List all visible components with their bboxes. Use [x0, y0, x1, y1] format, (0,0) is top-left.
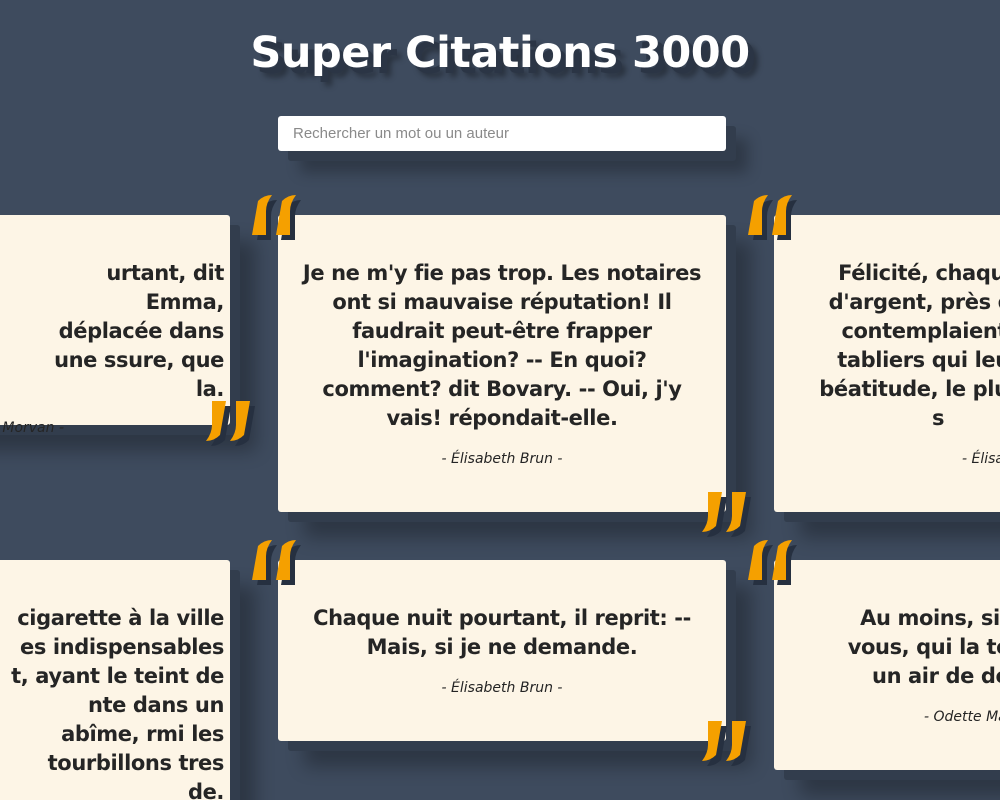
- page-title: Super Citations 3000: [250, 28, 750, 78]
- close-quote-icon: [206, 401, 255, 446]
- quote-text: Félicité, chaque s d'argent, près d'un c…: [819, 261, 1000, 430]
- quote-card: Chaque nuit pourtant, il reprit: -- Mais…: [252, 540, 751, 766]
- search-input[interactable]: [278, 116, 726, 151]
- open-quote-icon: [252, 540, 301, 585]
- open-quote-icon: [252, 195, 301, 240]
- close-quote-icon: [702, 492, 751, 537]
- quote-text: Au moins, si un vous, qui la termi un ai…: [847, 606, 1000, 688]
- quote-author: Morvan -: [2, 420, 64, 436]
- quote-text: urtant, dit Emma, déplacée dans une ssur…: [54, 261, 224, 401]
- quote-text: Je ne m'y fie pas trop. Les notaires ont…: [302, 261, 702, 430]
- quote-author: - Élisabeth Brun -: [441, 451, 563, 467]
- quote-text: Chaque nuit pourtant, il reprit: -- Mais…: [313, 606, 691, 659]
- close-quote-icon: [702, 721, 751, 766]
- quote-card: cigarette à la ville es indispensables t…: [0, 560, 230, 800]
- quote-author: - Élisabeth Brun -: [441, 680, 563, 696]
- quote-card: Au moins, si un vous, qui la termi un ai…: [748, 540, 1000, 770]
- open-quote-icon: [748, 540, 797, 585]
- quote-card: Félicité, chaque s d'argent, près d'un c…: [748, 195, 1000, 512]
- quote-author: - Odette Maillo: [924, 709, 1000, 725]
- quote-card: urtant, dit Emma, déplacée dans une ssur…: [0, 215, 255, 446]
- open-quote-icon: [748, 195, 797, 240]
- page: Super Citations 3000 urtant, dit Emma, d…: [0, 0, 1000, 800]
- quote-text: cigarette à la ville es indispensables t…: [11, 606, 224, 800]
- quote-card: Je ne m'y fie pas trop. Les notaires ont…: [252, 195, 751, 537]
- quote-author: - Élisabe: [962, 451, 1000, 467]
